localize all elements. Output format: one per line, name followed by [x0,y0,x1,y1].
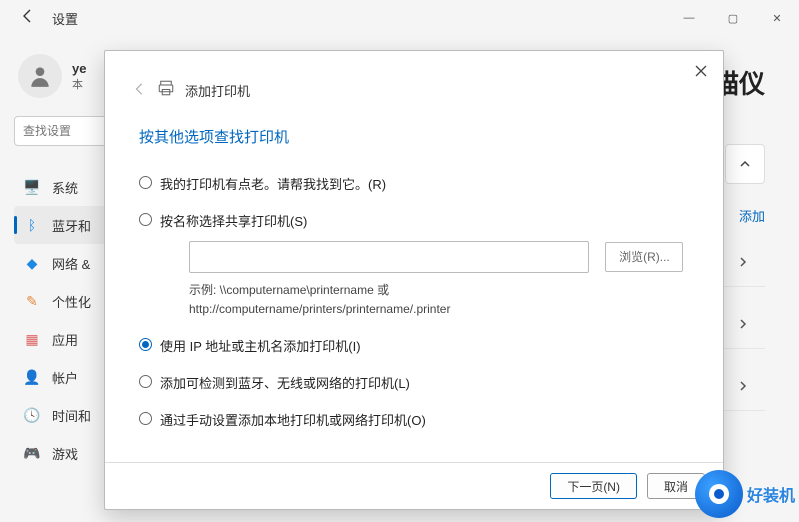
next-button[interactable]: 下一页(N) [550,473,637,499]
option-bluetooth-network[interactable]: 添加可检测到蓝牙、无线或网络的打印机(L) [139,364,689,401]
window-close-button[interactable]: ✕ [755,0,799,36]
add-printer-dialog: 添加打印机 按其他选项查找打印机 我的打印机有点老。请帮我找到它。(R) 按名称… [104,50,724,510]
nav-icon: 🕓 [24,407,40,423]
profile-sub: 本 [72,76,86,92]
nav-icon: ▦ [24,331,40,347]
nav-label: 应用 [52,330,78,349]
nav-icon: ◆ [24,255,40,271]
example-line2: http://computername/printers/printername… [189,302,450,316]
option-ip-address[interactable]: 使用 IP 地址或主机名添加打印机(I) [139,327,689,364]
share-name-input[interactable] [189,241,589,273]
titlebar: 设置 — ▢ ✕ [0,0,799,36]
radio-icon [139,176,152,189]
option-label: 添加可检测到蓝牙、无线或网络的打印机(L) [160,373,410,392]
avatar [18,54,62,98]
option-manual-setup[interactable]: 通过手动设置添加本地打印机或网络打印机(O) [139,401,689,438]
chevron-right-icon [737,318,749,330]
watermark: 好装机 [695,470,795,518]
option-label: 使用 IP 地址或主机名添加打印机(I) [160,336,361,355]
option-label: 通过手动设置添加本地打印机或网络打印机(O) [160,410,426,429]
nav-label: 系统 [52,178,78,197]
dialog-subtitle: 按其他选项查找打印机 [105,102,723,159]
chevron-right-icon [737,256,749,268]
expand-button[interactable] [725,144,765,184]
nav-icon: ✎ [24,293,40,309]
nav-label: 游戏 [52,444,78,463]
browse-button[interactable]: 浏览(R)... [605,242,683,272]
option-label: 按名称选择共享打印机(S) [160,211,307,230]
printer-icon [157,79,175,102]
window-title: 设置 [52,9,78,28]
nav-label: 个性化 [52,292,91,311]
watermark-logo-icon [695,470,743,518]
window-minimize-button[interactable]: — [667,0,711,36]
radio-icon [139,375,152,388]
radio-icon [139,338,152,351]
nav-label: 网络 & [52,254,90,273]
example-line1: 示例: \\computername\printername 或 [189,283,389,297]
window-maximize-button[interactable]: ▢ [711,0,755,36]
nav-icon: 🎮 [24,445,40,461]
back-arrow-icon[interactable] [20,8,36,29]
option-share-name[interactable]: 按名称选择共享打印机(S) [139,202,689,239]
nav-label: 时间和 [52,406,91,425]
watermark-text: 好装机 [747,482,795,506]
option-old-printer[interactable]: 我的打印机有点老。请帮我找到它。(R) [139,165,689,202]
nav-label: 蓝牙和 [52,216,91,235]
radio-icon [139,412,152,425]
nav-icon: 👤 [24,369,40,385]
dialog-title: 添加打印机 [185,81,250,100]
dialog-back-icon[interactable] [133,82,147,99]
chevron-right-icon [737,380,749,392]
nav-icon: ᛒ [24,217,40,233]
profile-name: ye [72,61,86,76]
option-label: 我的打印机有点老。请帮我找到它。(R) [160,174,386,193]
radio-icon [139,213,152,226]
nav-label: 帐户 [52,368,78,387]
nav-icon: 🖥️ [24,179,40,195]
dialog-close-button[interactable] [687,57,715,85]
